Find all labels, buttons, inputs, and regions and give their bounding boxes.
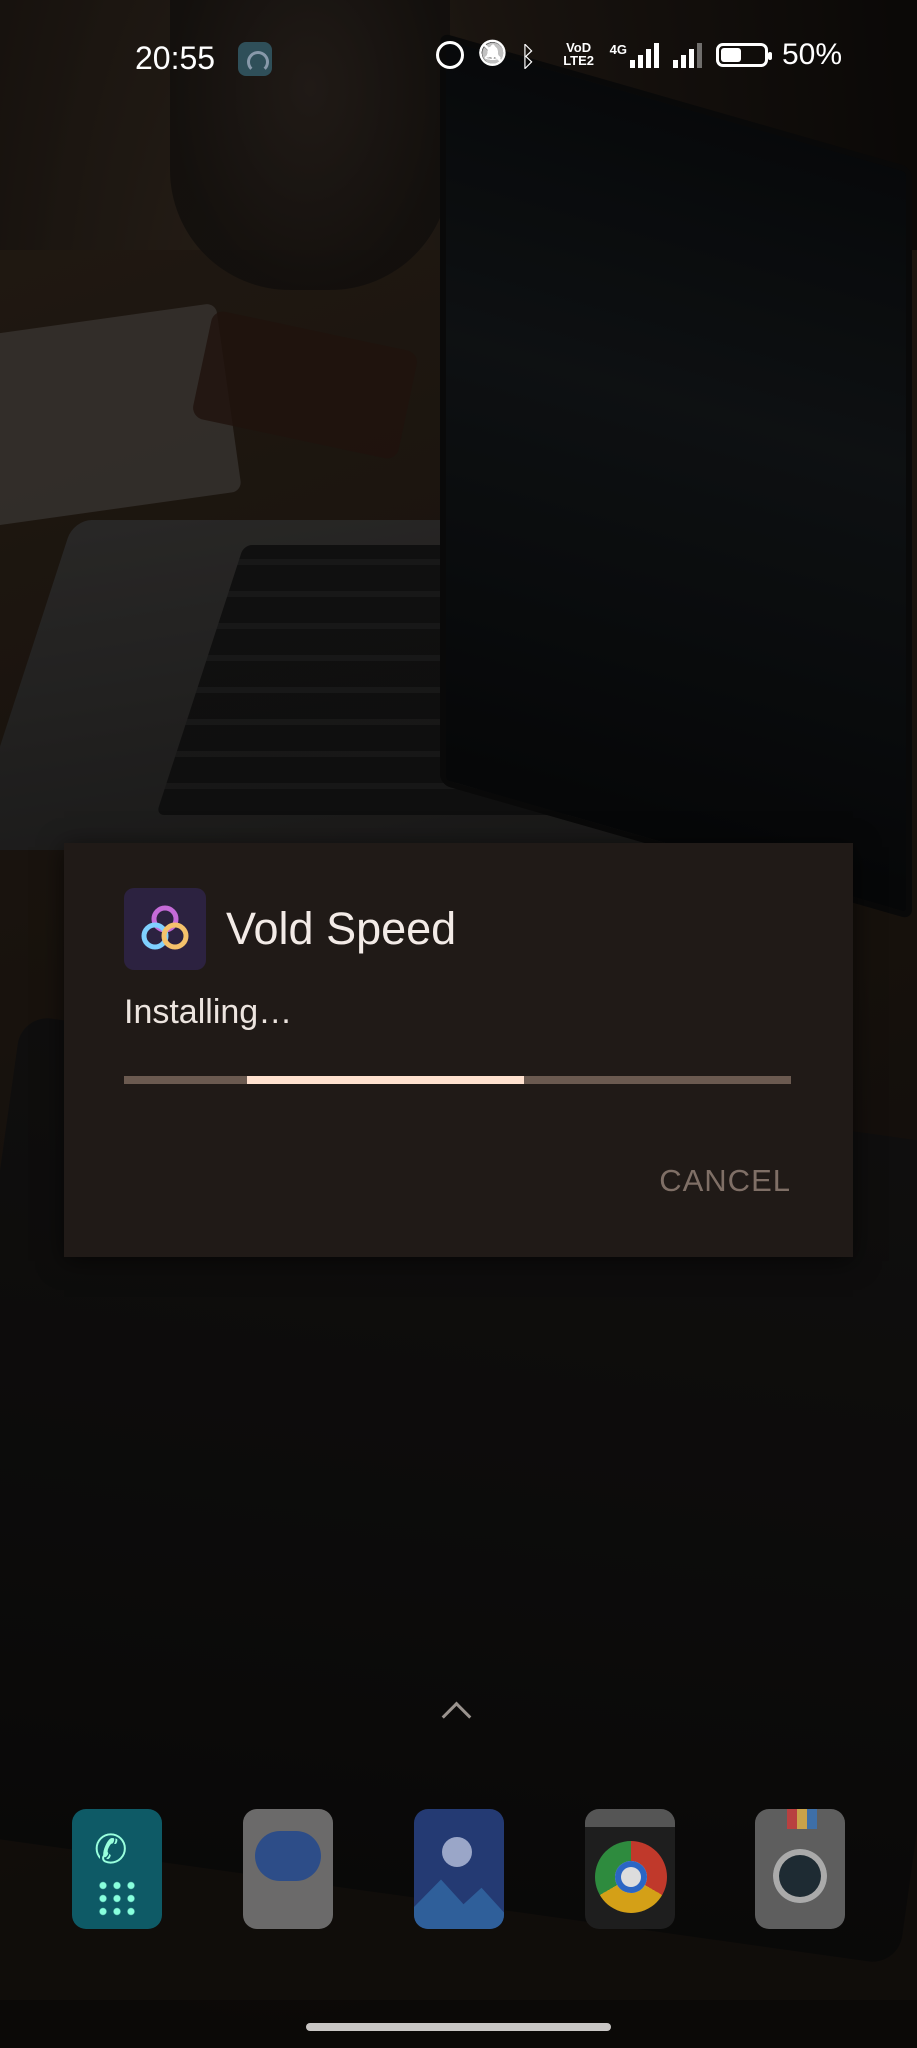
phone-keypad-glyph bbox=[96, 1879, 138, 1919]
signal-4g-icon: 4G bbox=[610, 42, 659, 68]
notification-app-icon bbox=[238, 42, 272, 76]
messages-icon[interactable] bbox=[243, 1809, 333, 1929]
status-time: 20:55 bbox=[135, 40, 216, 76]
install-status: Installing… bbox=[124, 993, 293, 1031]
camera-lens-glyph bbox=[773, 1849, 827, 1903]
status-bar: 20:55 ᛒ VoD LTE2 4G 50% bbox=[0, 0, 917, 118]
battery-icon bbox=[715, 43, 772, 67]
install-progress-bar bbox=[124, 1076, 791, 1084]
install-dialog: Vold Speed Installing… CANCEL bbox=[64, 843, 853, 1257]
camera-icon[interactable] bbox=[755, 1809, 845, 1929]
network-type-label: 4G bbox=[609, 42, 627, 57]
volte-icon: VoD LTE2 bbox=[563, 40, 595, 68]
camera-stripe-glyph bbox=[787, 1809, 817, 1829]
status-icons: ᛒ VoD LTE2 4G 50% bbox=[435, 38, 842, 72]
alarm-icon bbox=[435, 41, 464, 69]
vold-speed-logo-icon bbox=[141, 905, 189, 950]
progress-indicator bbox=[247, 1076, 525, 1084]
chrome-icon[interactable] bbox=[585, 1809, 675, 1929]
phone-handset-glyph: ✆ bbox=[94, 1828, 128, 1872]
chrome-toolbar-glyph bbox=[585, 1809, 675, 1827]
signal-icon bbox=[672, 42, 702, 68]
app-icon bbox=[124, 888, 206, 970]
mute-icon bbox=[478, 41, 506, 69]
message-bubble-glyph bbox=[255, 1831, 321, 1881]
cancel-button[interactable]: CANCEL bbox=[659, 1163, 791, 1199]
gallery-icon[interactable] bbox=[414, 1809, 504, 1929]
battery-percent: 50% bbox=[781, 38, 842, 71]
bluetooth-icon: ᛒ bbox=[519, 41, 537, 72]
app-name: Vold Speed bbox=[226, 903, 457, 954]
phone-icon[interactable]: ✆ bbox=[72, 1809, 162, 1929]
battery-fill bbox=[720, 48, 742, 62]
navigation-gesture-handle[interactable] bbox=[306, 2023, 611, 2031]
chrome-logo-glyph bbox=[595, 1841, 667, 1913]
gallery-moon-glyph bbox=[442, 1837, 472, 1867]
gallery-mountain-glyph bbox=[414, 1879, 504, 1929]
